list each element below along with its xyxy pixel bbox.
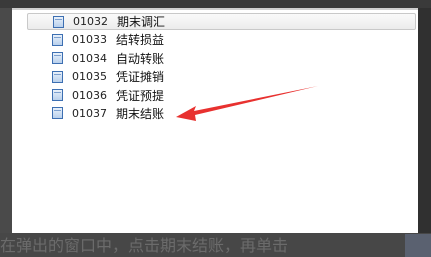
document-icon [52,33,63,46]
function-list: 01032 期末调汇 01033 结转损益 01034 自动转账 01035 凭… [27,13,416,123]
window-left-edge [0,8,12,233]
window-right-edge [418,8,431,233]
item-name: 凭证摊销 [116,70,165,85]
item-name: 期末结账 [116,106,165,121]
panel-border [12,8,418,10]
item-code: 01035 [72,70,107,84]
window-top-edge [0,0,431,8]
item-code: 01034 [72,51,107,65]
tutorial-caption: 在弹出的窗口中，点击期末结账，再单击 [0,236,289,255]
watermark-logo [405,234,431,257]
item-name: 自动转账 [116,51,165,66]
list-item-01037[interactable]: 01037 期末结账 [27,105,416,122]
document-icon [52,70,63,83]
list-item-01036[interactable]: 01036 凭证预提 [27,87,416,104]
item-code: 01036 [72,88,107,102]
item-name: 结转损益 [116,33,165,48]
item-code: 01033 [72,33,107,47]
document-icon [52,89,63,102]
item-code: 01037 [72,106,107,120]
document-icon [53,15,64,28]
list-item-01032[interactable]: 01032 期末调汇 [27,13,416,30]
item-name: 期末调汇 [117,15,166,29]
list-item-01033[interactable]: 01033 结转损益 [27,31,416,48]
item-code: 01032 [73,15,108,28]
function-list-panel: 01032 期末调汇 01033 结转损益 01034 自动转账 01035 凭… [12,8,418,233]
list-item-01034[interactable]: 01034 自动转账 [27,50,416,67]
list-item-01035[interactable]: 01035 凭证摊销 [27,68,416,85]
document-icon [52,107,63,120]
item-name: 凭证预提 [116,88,165,103]
document-icon [52,52,63,65]
